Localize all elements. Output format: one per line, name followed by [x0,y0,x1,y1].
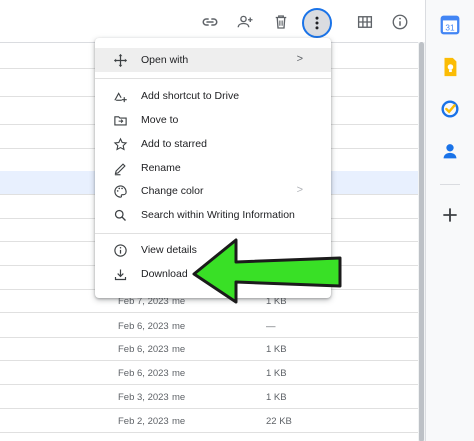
trash-icon[interactable] [269,10,293,34]
scrollbar-thumb[interactable] [419,42,424,441]
info-icon[interactable] [388,10,412,34]
file-list-scrollbar[interactable] [418,42,425,441]
search-icon [112,207,128,223]
menu-separator [95,233,331,234]
menu-item-label: View details [141,244,197,256]
table-row[interactable]: Feb 6, 2023 me 1 KB [0,337,418,361]
add-icon[interactable] [438,203,462,227]
link-icon[interactable] [198,10,222,34]
menu-item-search-within[interactable]: Search within Writing Information [95,203,331,227]
row-file-size: 1 KB [266,368,287,379]
star-icon [112,136,128,152]
row-owner: me [172,392,186,403]
menu-item-label: Move to [141,114,179,126]
add-person-icon[interactable] [233,10,257,34]
menu-item-move-to[interactable]: Move to [95,108,331,132]
row-modified-date: Feb 3, 2023 [118,392,169,403]
grid-view-icon[interactable] [353,10,377,34]
table-row[interactable] [0,433,418,441]
row-owner: me [172,344,186,355]
menu-separator [95,78,331,79]
menu-item-add-shortcut[interactable]: Add shortcut to Drive [95,84,331,108]
info-icon [112,242,128,258]
menu-item-open-with[interactable]: Open with > [95,48,331,72]
table-row[interactable]: Feb 6, 2023 me — [0,314,418,338]
row-file-size: — [266,321,276,332]
calendar-icon[interactable]: 31 [438,13,462,37]
annotation-arrow-icon [192,238,342,304]
row-modified-date: Feb 6, 2023 [118,321,169,332]
submenu-chevron: > [296,53,303,65]
menu-item-label: Open with [141,54,189,66]
row-owner: me [172,321,186,332]
table-row[interactable]: Feb 3, 2023 me 1 KB [0,385,418,409]
menu-item-label: Change color [141,185,204,197]
row-modified-date: Feb 6, 2023 [118,344,169,355]
menu-item-rename[interactable]: Rename [95,156,331,180]
calendar-day: 31 [445,24,455,33]
contacts-icon[interactable] [438,139,462,163]
menu-item-label: Search within Writing Information [141,209,295,221]
move-folder-icon [112,112,128,128]
download-icon [112,266,128,282]
keep-icon[interactable] [438,55,462,79]
row-file-size: 1 KB [266,344,287,355]
move-arrows-icon [112,52,128,68]
row-owner: me [172,416,186,427]
row-file-size: 22 KB [266,416,292,427]
menu-item-change-color[interactable]: Change color > [95,179,331,203]
submenu-chevron: > [296,184,303,196]
menu-item-add-starred[interactable]: Add to starred [95,132,331,156]
menu-item-label: Add shortcut to Drive [141,90,240,102]
row-modified-date: Feb 2, 2023 [118,416,169,427]
side-panel-divider [440,184,460,185]
pencil-icon [112,160,128,176]
menu-item-label: Add to starred [141,138,207,150]
table-row[interactable]: Feb 2, 2023 me 22 KB [0,409,418,433]
palette-icon [112,183,128,199]
more-actions-button[interactable] [302,8,332,38]
menu-item-label: Download [141,268,188,280]
more-vert-icon [315,16,319,30]
tasks-icon[interactable] [438,97,462,121]
row-owner: me [172,368,186,379]
side-panel: 31 [425,0,474,441]
add-shortcut-icon [112,88,128,104]
menu-item-label: Rename [141,162,181,174]
table-row[interactable]: Feb 6, 2023 me 1 KB [0,361,418,385]
row-file-size: 1 KB [266,392,287,403]
row-modified-date: Feb 6, 2023 [118,368,169,379]
